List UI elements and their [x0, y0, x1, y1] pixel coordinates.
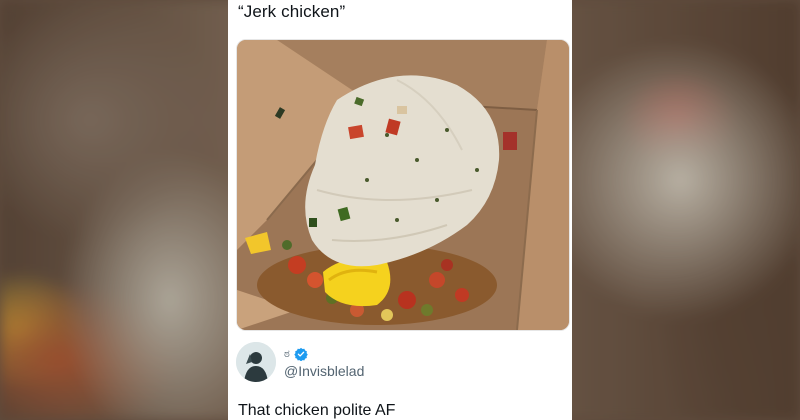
reply-header: ಠ @Invisblelad	[236, 342, 566, 386]
tweet-card: “Jerk chicken” ಠ @Invisblelad That chick…	[228, 0, 572, 420]
food-photo-illustration	[237, 40, 569, 330]
reply-name-row: ಠ	[284, 346, 308, 362]
tweet-text: “Jerk chicken”	[238, 2, 346, 21]
display-name[interactable]: ಠ	[284, 348, 290, 360]
verified-badge-icon	[294, 347, 308, 361]
reply-text: That chicken polite AF	[238, 402, 396, 419]
user-avatar[interactable]	[236, 342, 276, 382]
reply-handle[interactable]: @Invisblelad	[284, 363, 364, 379]
avatar-silhouette-icon	[236, 342, 276, 382]
tweet-photo[interactable]	[236, 39, 570, 331]
